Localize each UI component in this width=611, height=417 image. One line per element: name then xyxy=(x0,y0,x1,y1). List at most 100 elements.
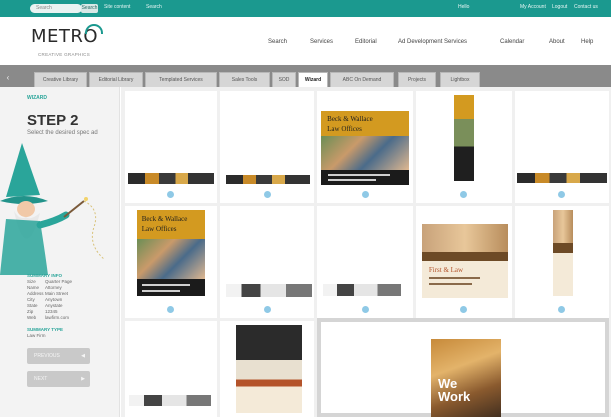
ad-option-card[interactable] xyxy=(515,206,609,318)
step-title: STEP 2 xyxy=(27,112,79,129)
ad-thumbnail: Beck & Wallace Law Offices xyxy=(137,210,205,296)
select-dot-icon[interactable] xyxy=(460,306,467,313)
summary-value: Quarter Page xyxy=(45,279,73,284)
wizard-heading: WIZARD xyxy=(27,95,47,101)
tab-sod[interactable]: SOD xyxy=(272,72,296,87)
top-link-logout[interactable]: Logout xyxy=(552,4,567,10)
ad-headline: Beck & Wallace xyxy=(141,215,188,223)
tab-creative-library[interactable]: Creative Library xyxy=(34,72,87,87)
summary-type-heading: SUMMARY TYPE xyxy=(27,327,64,332)
logo-tagline: CREATIVE GRAPHICS xyxy=(38,52,91,57)
ad-thumbnail xyxy=(226,175,310,184)
ad-option-card[interactable] xyxy=(220,91,314,203)
next-button-label: NEXT xyxy=(34,376,48,382)
select-dot-icon[interactable] xyxy=(362,191,369,198)
ad-option-card[interactable] xyxy=(515,91,609,203)
ad-option-card[interactable] xyxy=(416,91,512,203)
summary-value: Anystate xyxy=(45,303,63,308)
top-link-search[interactable]: Search xyxy=(146,4,162,10)
tab-projects[interactable]: Projects xyxy=(398,72,436,87)
summary-label: City xyxy=(27,297,35,302)
summary-value: Main Street xyxy=(45,291,69,296)
site-search-button[interactable]: Search xyxy=(81,4,98,13)
ad-thumbnail xyxy=(129,395,211,406)
spec-ad-grid: Beck & Wallace Law Offices Beck & Wallace… xyxy=(121,87,611,417)
site-search-input[interactable]: Search xyxy=(30,4,82,13)
top-link-site[interactable]: Site content xyxy=(104,4,130,10)
tab-lightbox[interactable]: Lightbox xyxy=(440,72,480,87)
summary-info-heading: SUMMARY INFO xyxy=(27,273,63,278)
summary-label: Web xyxy=(27,315,37,320)
nav-search[interactable]: Search xyxy=(268,39,287,45)
select-dot-icon[interactable] xyxy=(264,306,271,313)
nav-calendar[interactable]: Calendar xyxy=(500,39,524,45)
nav-services[interactable]: Services xyxy=(310,39,333,45)
ad-option-card[interactable]: First & Law xyxy=(416,206,512,318)
ad-option-card[interactable] xyxy=(125,91,217,203)
ad-headline: Beck & Wallace xyxy=(327,115,373,123)
summary-label: Zip xyxy=(27,309,34,314)
tab-wizard[interactable]: Wizard xyxy=(298,72,328,87)
tab-templated-services[interactable]: Templated Services xyxy=(145,72,217,87)
select-dot-icon[interactable] xyxy=(558,306,565,313)
select-dot-icon[interactable] xyxy=(264,191,271,198)
ad-thumbnail xyxy=(128,173,214,184)
tab-abc-on-demand[interactable]: ABC On Demand xyxy=(330,72,394,87)
tab-sales-tools[interactable]: Sales Tools xyxy=(219,72,270,87)
ad-headline: Law Offices xyxy=(327,125,362,133)
nav-editorial[interactable]: Editorial xyxy=(355,39,377,45)
ad-thumbnail: Beck & Wallace Law Offices xyxy=(321,111,409,185)
summary-label: Name xyxy=(27,285,40,290)
site-header: METRO CREATIVE GRAPHICS Search Services … xyxy=(0,17,611,65)
section-tabs: ‹ Creative Library Editorial Library Tem… xyxy=(0,65,611,87)
summary-label: State xyxy=(27,303,38,308)
ad-option-card[interactable]: Beck & Wallace Law Offices xyxy=(317,91,413,203)
ad-preview-panel: We Work xyxy=(317,318,609,417)
ad-thumbnail xyxy=(323,284,401,296)
metro-logo[interactable]: METRO xyxy=(31,24,103,47)
arrow-right-icon: ▶ xyxy=(81,376,85,382)
summary-value: lawfirm.com xyxy=(45,315,70,320)
summary-value: Attorney xyxy=(45,285,62,290)
top-link-hello: Hello xyxy=(458,4,470,10)
summary-value: Anytown xyxy=(45,297,63,302)
ad-headline: Law Offices xyxy=(141,225,177,233)
summary-type-value: Law Firm xyxy=(27,333,46,338)
ad-thumbnail xyxy=(454,95,474,181)
ad-thumbnail: First & Law xyxy=(422,224,508,298)
top-bar: Search Search Site content Search Hello … xyxy=(0,0,611,17)
previous-button-label: PREVIOUS xyxy=(34,353,60,359)
arrow-left-icon: ◀ xyxy=(81,353,85,359)
ad-headline: First & Law xyxy=(428,266,464,275)
ad-thumbnail xyxy=(236,325,302,413)
nav-help[interactable]: Help xyxy=(581,39,593,45)
summary-label: Size xyxy=(27,279,36,284)
ad-option-card[interactable] xyxy=(220,321,314,417)
top-link-account[interactable]: My Account xyxy=(520,4,546,10)
ad-preview-large: We Work xyxy=(431,339,501,417)
logo-arc-icon xyxy=(85,24,103,34)
summary-value: 12345 xyxy=(45,309,58,314)
nav-about[interactable]: About xyxy=(549,39,565,45)
summary-label: Address xyxy=(27,291,44,296)
select-dot-icon[interactable] xyxy=(167,191,174,198)
select-dot-icon[interactable] xyxy=(558,191,565,198)
back-arrow-icon[interactable]: ‹ xyxy=(2,72,14,84)
ad-option-card[interactable]: Beck & Wallace Law Offices xyxy=(125,206,217,318)
ad-option-card[interactable] xyxy=(125,321,217,417)
wizard-panel: WIZARD STEP 2 Select the desired spec ad… xyxy=(0,87,120,417)
select-dot-icon[interactable] xyxy=(460,191,467,198)
select-dot-icon[interactable] xyxy=(167,306,174,313)
nav-ad-development[interactable]: Ad Development Services xyxy=(398,39,467,45)
ad-thumbnail xyxy=(226,284,312,297)
next-button[interactable]: NEXT ▶ xyxy=(27,371,90,387)
ad-option-card[interactable] xyxy=(220,206,314,318)
previous-button[interactable]: PREVIOUS ◀ xyxy=(27,348,90,364)
wizard-character-illustration xyxy=(0,143,105,275)
ad-thumbnail xyxy=(517,173,607,183)
select-dot-icon[interactable] xyxy=(362,306,369,313)
top-link-contact[interactable]: Contact us xyxy=(574,4,598,10)
tab-editorial-library[interactable]: Editorial Library xyxy=(89,72,143,87)
ad-thumbnail xyxy=(553,210,573,296)
ad-option-card[interactable] xyxy=(317,206,413,318)
